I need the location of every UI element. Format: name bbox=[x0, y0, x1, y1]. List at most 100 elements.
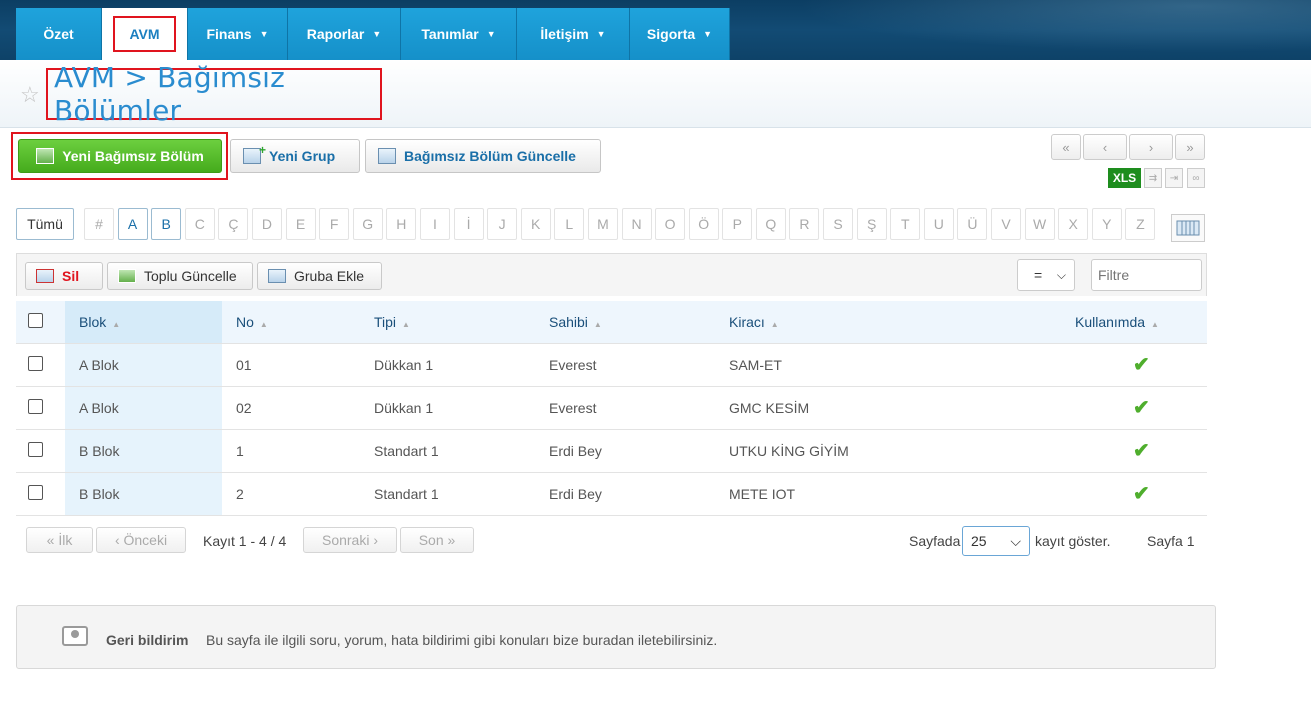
cell-no: 02 bbox=[222, 385, 360, 429]
letter-filter[interactable]: B bbox=[151, 208, 182, 240]
column-chooser-icon[interactable] bbox=[1171, 214, 1205, 242]
cell-tipi: Standart 1 bbox=[360, 471, 535, 516]
table-row[interactable]: A Blok 02 Dükkan 1 Everest GMC KESİM ✔ bbox=[16, 385, 1207, 429]
letter-filter[interactable]: K bbox=[520, 208, 551, 240]
letter-filter[interactable]: H bbox=[386, 208, 417, 240]
letter-filter[interactable]: Ç bbox=[218, 208, 249, 240]
letter-filter[interactable]: S bbox=[823, 208, 854, 240]
row-checkbox[interactable] bbox=[28, 441, 43, 457]
letter-filter[interactable]: X bbox=[1058, 208, 1089, 240]
column-header-blok[interactable]: Blok ▲ bbox=[65, 301, 222, 343]
select-all-checkbox[interactable] bbox=[28, 312, 43, 328]
letter-filter[interactable]: Q bbox=[755, 208, 786, 240]
favorite-star-icon[interactable]: ☆ bbox=[20, 82, 40, 108]
cell-tipi: Dükkan 1 bbox=[360, 385, 535, 429]
letter-filter[interactable]: M bbox=[587, 208, 618, 240]
export-xls-button[interactable]: XLS bbox=[1108, 168, 1141, 188]
letter-filter[interactable]: R bbox=[789, 208, 820, 240]
feedback-panel[interactable]: Geri bildirim Bu sayfa ile ilgili soru, … bbox=[16, 605, 1216, 669]
letter-filter[interactable]: C bbox=[184, 208, 215, 240]
letter-filter[interactable]: U bbox=[923, 208, 954, 240]
letter-filter[interactable]: O bbox=[655, 208, 686, 240]
letter-filter[interactable]: E bbox=[285, 208, 316, 240]
new-group-button[interactable]: + Yeni Grup bbox=[230, 139, 360, 173]
column-header-kiraci[interactable]: Kiracı ▲ bbox=[715, 301, 1065, 343]
units-table: Blok ▲ No ▲ Tipi ▲ Sahibi ▲ Kiracı ▲ Kullanım… bbox=[16, 301, 1207, 516]
page-size-select[interactable]: 25 ⌵ bbox=[962, 526, 1030, 556]
chevron-down-icon: ▼ bbox=[486, 29, 496, 39]
add-to-group-button[interactable]: Gruba Ekle bbox=[257, 262, 382, 290]
cell-sahibi: Erdi Bey bbox=[535, 428, 715, 472]
sort-icon: ▲ bbox=[593, 319, 602, 329]
import-icon[interactable]: ⇥ bbox=[1165, 168, 1183, 188]
column-header-no[interactable]: No ▲ bbox=[222, 301, 360, 343]
pager-next-page-button[interactable]: Sonraki › bbox=[303, 527, 397, 553]
letter-filter[interactable]: T bbox=[890, 208, 921, 240]
export-icon[interactable]: ⇉ bbox=[1144, 168, 1162, 188]
bulk-update-button[interactable]: Toplu Güncelle bbox=[107, 262, 253, 290]
select-all-cell bbox=[16, 301, 65, 343]
sort-icon: ▲ bbox=[259, 319, 268, 329]
pager-previous-page-button[interactable]: ‹ Önceki bbox=[96, 527, 186, 553]
checkmark-icon: ✔ bbox=[1133, 483, 1150, 505]
letter-filter[interactable]: İ bbox=[453, 208, 484, 240]
letter-filter[interactable]: L bbox=[554, 208, 585, 240]
filter-operator-select[interactable]: = ⌵ bbox=[1017, 259, 1075, 291]
nav-iletisim[interactable]: İletişim ▼ bbox=[517, 8, 630, 60]
table-row[interactable]: B Blok 2 Standart 1 Erdi Bey METE IOT ✔ bbox=[16, 471, 1207, 516]
table-row[interactable]: B Blok 1 Standart 1 Erdi Bey UTKU KİNG G… bbox=[16, 428, 1207, 472]
letter-filter[interactable]: A bbox=[117, 208, 148, 240]
update-unit-button[interactable]: Bağımsız Bölüm Güncelle bbox=[365, 139, 601, 173]
pager-last-button[interactable]: » bbox=[1175, 134, 1205, 160]
column-header-sahibi[interactable]: Sahibi ▲ bbox=[535, 301, 715, 343]
letter-filter[interactable]: Ö bbox=[688, 208, 719, 240]
delete-button[interactable]: Sil bbox=[25, 262, 103, 290]
row-checkbox[interactable] bbox=[28, 398, 43, 414]
nav-ozet[interactable]: Özet bbox=[16, 8, 102, 60]
letter-filter[interactable]: F bbox=[319, 208, 350, 240]
column-header-kullanimda[interactable]: Kullanımda ▲ bbox=[1065, 301, 1207, 343]
letter-filter[interactable]: D bbox=[251, 208, 282, 240]
letter-filter[interactable]: Ü bbox=[957, 208, 988, 240]
row-checkbox[interactable] bbox=[28, 355, 43, 371]
letter-filter[interactable]: N bbox=[621, 208, 652, 240]
letter-filter-all[interactable]: Tümü bbox=[16, 208, 74, 240]
pager-next-button[interactable]: › bbox=[1129, 134, 1173, 160]
filter-input[interactable] bbox=[1091, 259, 1202, 291]
feedback-icon bbox=[62, 626, 88, 646]
new-unit-icon bbox=[36, 148, 55, 164]
cell-blok: B Blok bbox=[65, 471, 222, 516]
row-checkbox[interactable] bbox=[28, 484, 43, 500]
letter-filter[interactable]: W bbox=[1024, 208, 1055, 240]
letter-filter[interactable]: V bbox=[991, 208, 1022, 240]
letter-filter[interactable]: # bbox=[84, 208, 114, 240]
pager-first-page-button[interactable]: « İlk bbox=[26, 527, 93, 553]
delete-icon bbox=[36, 269, 54, 283]
chevron-down-icon: ▼ bbox=[259, 29, 269, 39]
letter-filter[interactable]: G bbox=[352, 208, 383, 240]
letter-filter[interactable]: Z bbox=[1125, 208, 1156, 240]
nav-avm[interactable]: AVM bbox=[102, 8, 188, 60]
cell-kiraci: METE IOT bbox=[715, 471, 1065, 516]
nav-sigorta[interactable]: Sigorta ▼ bbox=[630, 8, 730, 60]
cell-blok: A Blok bbox=[65, 385, 222, 429]
link-icon[interactable]: ∞ bbox=[1187, 168, 1205, 188]
letter-filter[interactable]: P bbox=[722, 208, 753, 240]
pager-prev-button[interactable]: ‹ bbox=[1083, 134, 1127, 160]
nav-avm-label: AVM bbox=[113, 16, 176, 52]
cell-tipi: Standart 1 bbox=[360, 428, 535, 472]
pager-first-button[interactable]: « bbox=[1051, 134, 1081, 160]
nav-finans[interactable]: Finans ▼ bbox=[188, 8, 288, 60]
nav-tanimlar[interactable]: Tanımlar ▼ bbox=[401, 8, 517, 60]
letter-filter[interactable]: J bbox=[487, 208, 518, 240]
letter-filter[interactable]: I bbox=[419, 208, 450, 240]
letter-filter[interactable]: Ş bbox=[856, 208, 887, 240]
cell-kiraci: SAM-ET bbox=[715, 342, 1065, 386]
nav-raporlar[interactable]: Raporlar ▼ bbox=[288, 8, 401, 60]
table-row[interactable]: A Blok 01 Dükkan 1 Everest SAM-ET ✔ bbox=[16, 342, 1207, 386]
new-unit-button[interactable]: Yeni Bağımsız Bölüm bbox=[18, 139, 222, 173]
letter-filter[interactable]: Y bbox=[1091, 208, 1122, 240]
add-group-icon: + bbox=[243, 143, 266, 164]
column-header-tipi[interactable]: Tipi ▲ bbox=[360, 301, 535, 343]
pager-last-page-button[interactable]: Son » bbox=[400, 527, 474, 553]
